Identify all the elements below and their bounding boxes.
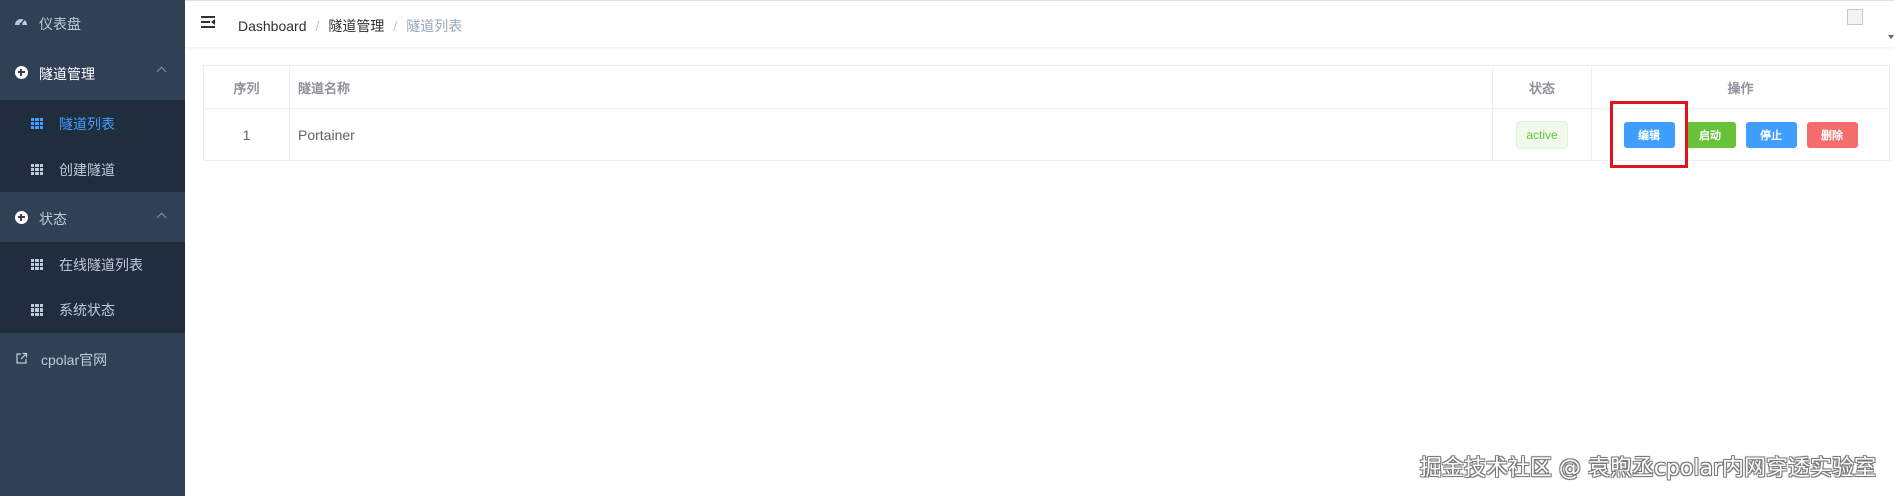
delete-button[interactable]: 删除	[1806, 121, 1858, 148]
avatar[interactable]	[1847, 9, 1863, 25]
chevron-up-icon	[156, 66, 167, 77]
sidebar-item-label: 系统状态	[59, 302, 115, 318]
column-header-status: 状态	[1493, 66, 1592, 108]
sidebar-item-label: cpolar官网	[41, 352, 108, 368]
grid-icon	[31, 117, 43, 130]
sidebar-item-online-tunnels[interactable]: 在线隧道列表	[0, 242, 185, 287]
highlight-annotation-box	[1610, 101, 1688, 168]
top-navbar: Dashboard / 隧道管理 / 隧道列表	[185, 0, 1894, 47]
stop-button[interactable]: 停止	[1745, 121, 1797, 148]
sidebar-item-label: 创建隧道	[59, 161, 115, 178]
sidebar-item-label: 在线隧道列表	[59, 256, 143, 273]
status-badge: active	[1516, 120, 1568, 149]
external-link-icon	[14, 351, 28, 365]
plus-circle-icon	[14, 65, 28, 79]
sidebar-item-system-status[interactable]: 系统状态	[0, 287, 185, 333]
watermark: 掘金技术社区 @ 袁煦丞cpolar内网穿透实验室	[1419, 456, 1876, 481]
breadcrumb-separator: /	[393, 18, 398, 34]
sidebar-item-label: 状态	[39, 211, 67, 227]
sidebar-item-tunnel-list[interactable]: 隧道列表	[0, 100, 185, 147]
hamburger-icon[interactable]	[201, 16, 215, 28]
sidebar-item-create-tunnel[interactable]: 创建隧道	[0, 147, 185, 192]
column-header-name: 隧道名称	[290, 66, 1493, 108]
status-cell: active	[1493, 109, 1592, 160]
plus-circle-icon	[14, 210, 28, 224]
breadcrumb: Dashboard / 隧道管理 / 隧道列表	[238, 16, 462, 36]
grid-icon	[31, 163, 43, 176]
grid-icon	[31, 258, 43, 271]
grid-icon	[31, 304, 43, 316]
tunnel-name: Portainer	[290, 109, 1493, 160]
sidebar-item-dashboard[interactable]: 仪表盘	[0, 0, 185, 44]
sidebar-item-tunnel-management[interactable]: 隧道管理	[0, 44, 185, 100]
chevron-up-icon	[156, 212, 167, 223]
sidebar: 仪表盘 隧道管理 隧道列表 创建隧道 状态 在线隧道列表 系统状态 cpolar…	[0, 0, 185, 496]
sidebar-item-label: 隧道管理	[39, 66, 95, 82]
breadcrumb-item-current: 隧道列表	[406, 18, 463, 34]
caret-down-icon[interactable]	[1888, 35, 1894, 39]
app-root: 仪表盘 隧道管理 隧道列表 创建隧道 状态 在线隧道列表 系统状态 cpolar…	[0, 0, 1894, 496]
breadcrumb-item[interactable]: 隧道管理	[328, 16, 384, 36]
column-header-index: 序列	[204, 66, 290, 108]
dashboard-icon	[14, 15, 28, 29]
sidebar-item-status[interactable]: 状态	[0, 192, 185, 242]
sidebar-item-label: 仪表盘	[39, 16, 81, 32]
start-button[interactable]: 启动	[1684, 121, 1736, 148]
sidebar-item-label: 隧道列表	[59, 115, 115, 132]
row-index: 1	[204, 109, 290, 160]
breadcrumb-item[interactable]: Dashboard	[238, 18, 307, 34]
breadcrumb-separator: /	[315, 18, 320, 34]
sidebar-item-cpolar-site[interactable]: cpolar官网	[0, 333, 185, 383]
